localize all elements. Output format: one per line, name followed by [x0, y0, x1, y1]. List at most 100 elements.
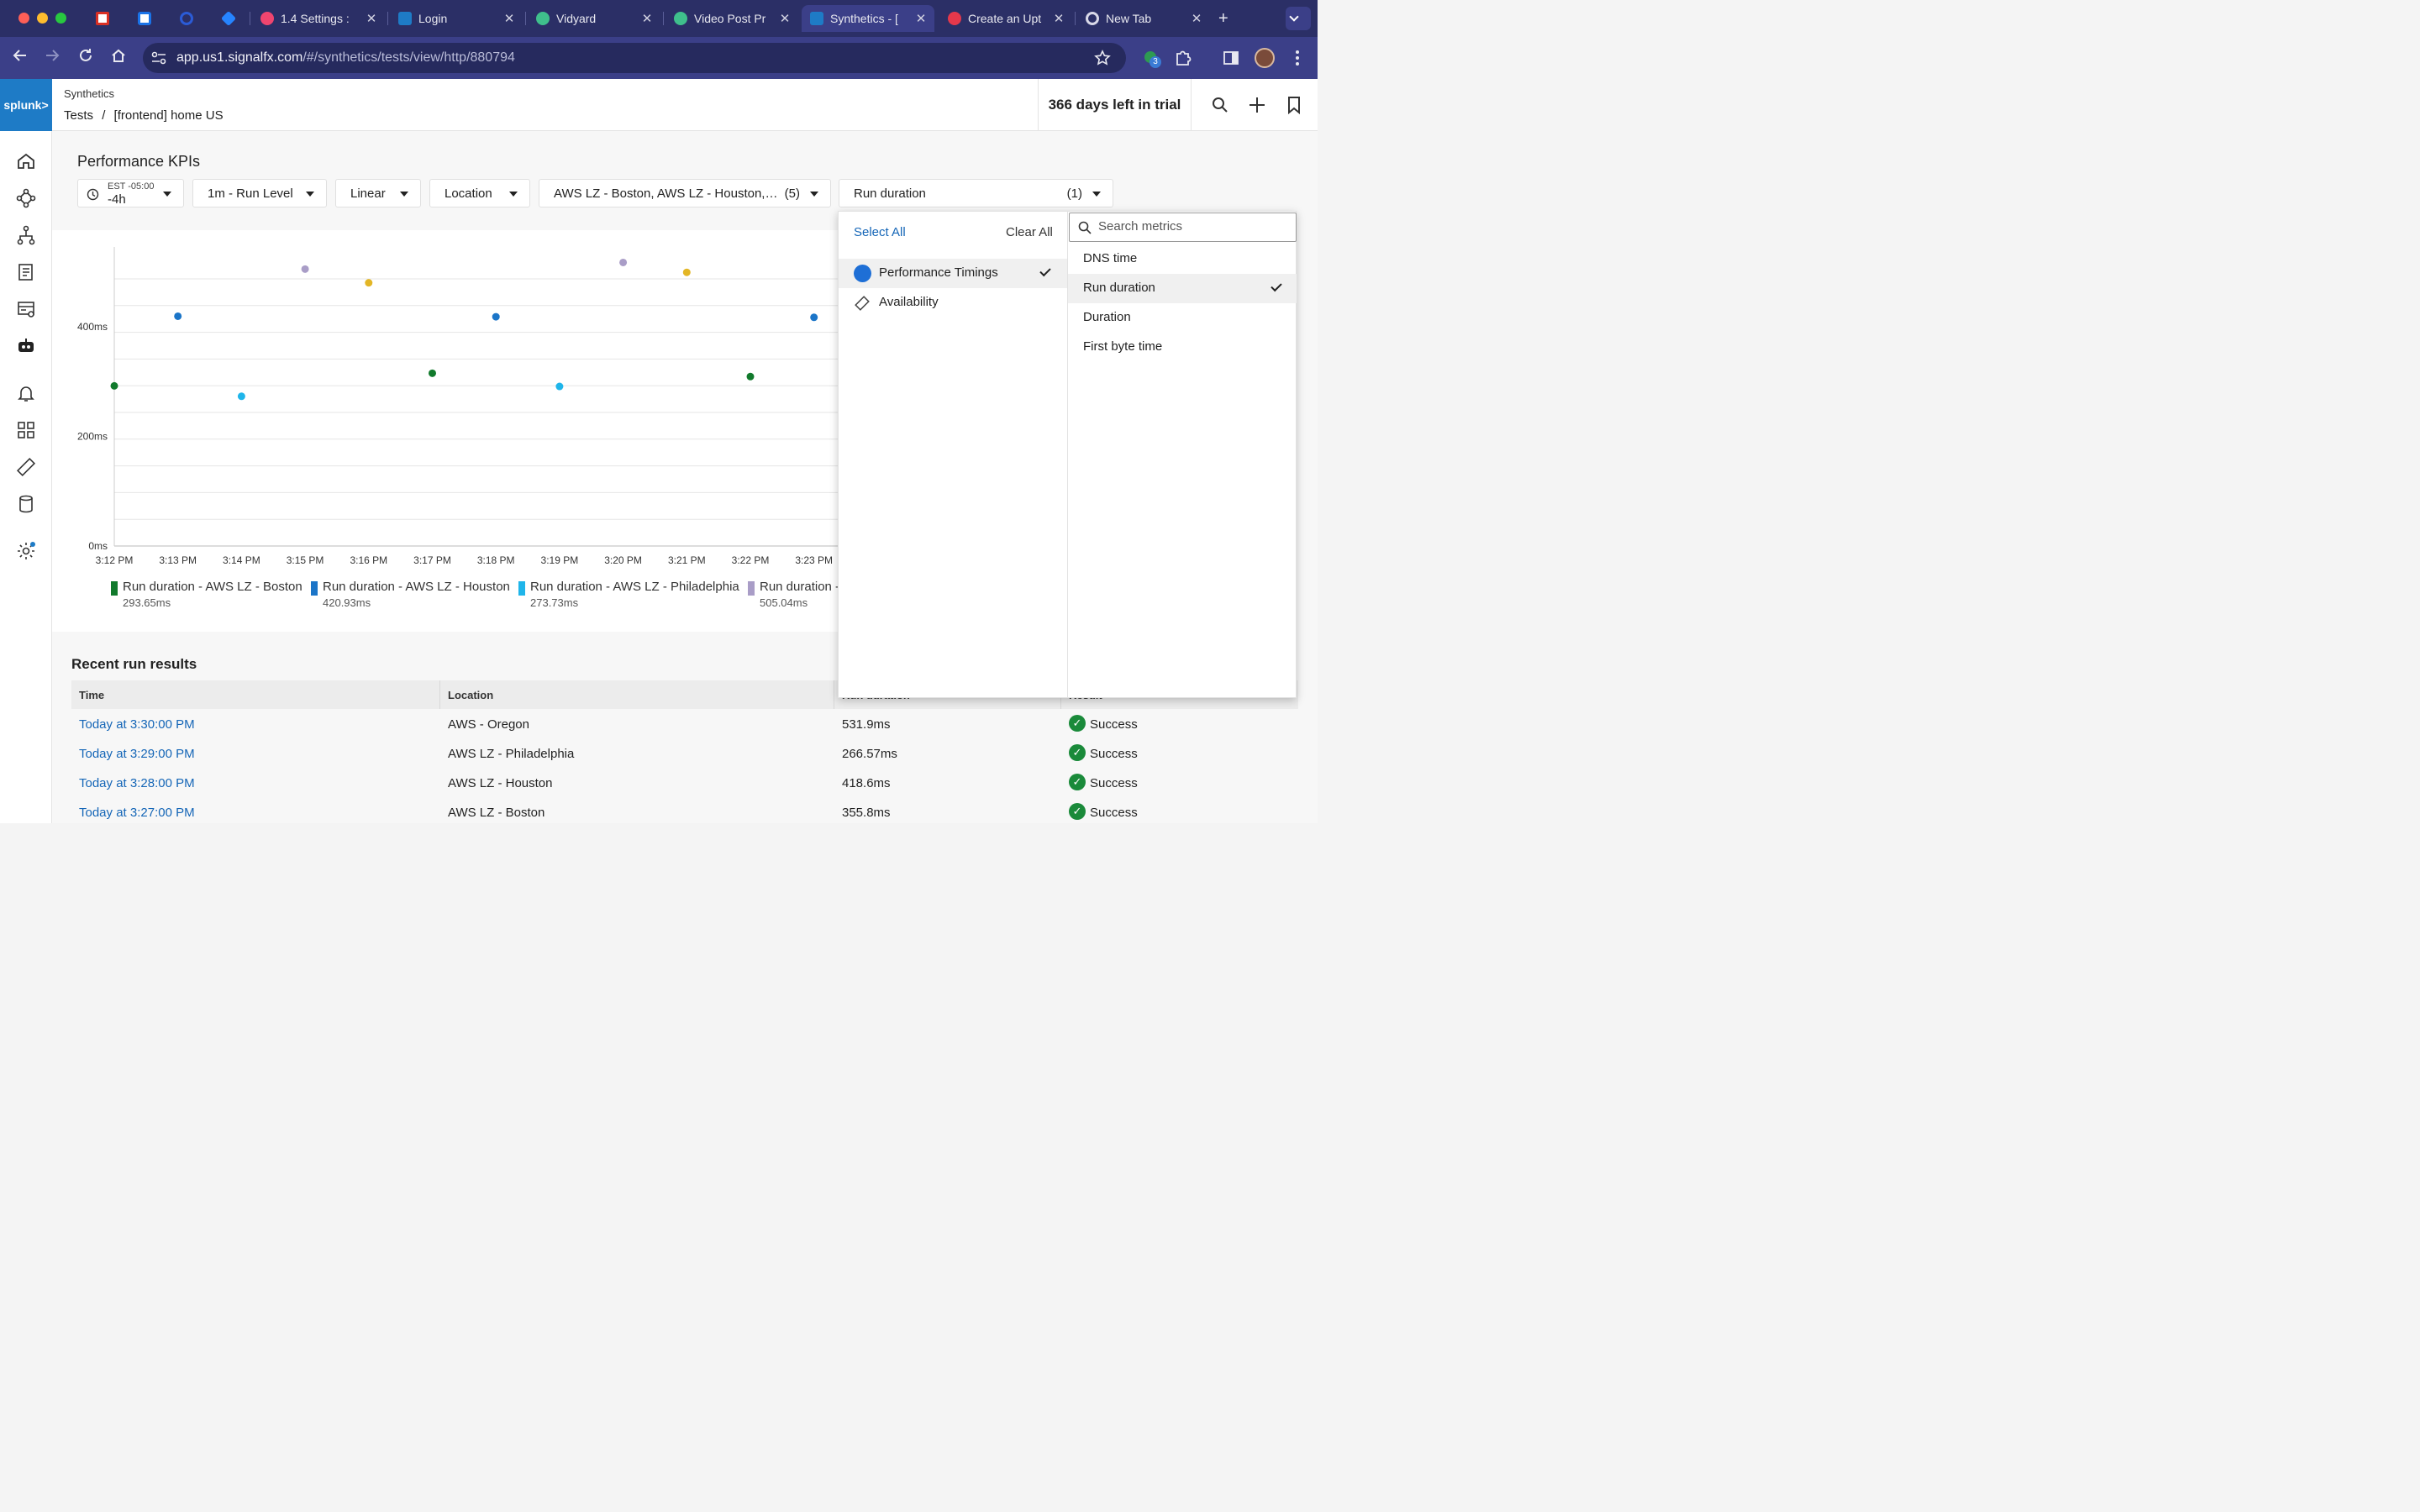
metric-option-dns-time[interactable]: DNS time — [1068, 244, 1297, 274]
tab-gmail[interactable] — [87, 5, 119, 32]
home-icon[interactable] — [14, 150, 38, 173]
checkmark-icon — [1270, 280, 1282, 292]
scale-dropdown[interactable]: Linear — [335, 179, 421, 207]
time-range-picker[interactable]: EST -05:00 -4h — [77, 179, 184, 207]
tab-calendar[interactable] — [129, 5, 161, 32]
tab-close-icon[interactable]: ✕ — [363, 11, 380, 26]
extensions-puzzle-icon[interactable] — [1174, 49, 1192, 67]
log-icon[interactable] — [14, 260, 38, 284]
table-row: Today at 3:30:00 PM AWS - Oregon 531.9ms… — [71, 710, 1298, 739]
data-point[interactable] — [429, 369, 436, 377]
data-point[interactable] — [746, 372, 755, 381]
select-all-button[interactable]: Select All — [854, 225, 906, 239]
run-time-link[interactable]: Today at 3:27:00 PM — [79, 806, 195, 820]
data-point[interactable] — [682, 268, 691, 276]
metric-option-duration[interactable]: Duration — [1068, 303, 1297, 333]
tab-video-post[interactable]: Video Post Pr ✕ — [666, 5, 798, 32]
topology-icon[interactable] — [14, 186, 38, 210]
search-metrics-input[interactable] — [1098, 219, 1283, 234]
tab-new-tab[interactable]: New Tab ✕ — [1077, 5, 1210, 32]
menu-kebab-icon[interactable] — [1291, 49, 1304, 67]
dashboard-grid-icon[interactable] — [14, 418, 38, 442]
column-header-time[interactable]: Time — [79, 689, 104, 701]
data-point[interactable] — [237, 392, 245, 401]
tab-synthetics[interactable]: Synthetics - [✕ — [802, 5, 934, 32]
tab-circle-app[interactable] — [171, 5, 203, 32]
metrics-dropdown[interactable]: Run duration (1) — [839, 179, 1113, 207]
side-panel-icon[interactable] — [1223, 50, 1239, 66]
metric-label: DNS time — [1083, 251, 1138, 265]
address-bar[interactable]: app.us1.signalfx.com/#/synthetics/tests/… — [143, 43, 1126, 73]
search-metrics-field[interactable] — [1069, 213, 1297, 242]
data-point[interactable] — [810, 313, 818, 322]
tab-close-icon[interactable]: ✕ — [639, 11, 655, 26]
site-settings-icon[interactable] — [151, 51, 166, 65]
table-row: Today at 3:27:00 PM AWS LZ - Boston 355.… — [71, 798, 1298, 823]
data-point[interactable] — [110, 381, 118, 390]
profile-avatar[interactable] — [1255, 48, 1275, 68]
group-by-dropdown[interactable]: Location — [429, 179, 530, 207]
data-point[interactable] — [365, 279, 373, 287]
window-maximize-button[interactable] — [55, 13, 66, 24]
data-point[interactable] — [492, 312, 500, 321]
synthetics-robot-icon[interactable] — [14, 334, 38, 358]
splunk-logo[interactable]: splunk> — [0, 79, 52, 131]
resolution-dropdown[interactable]: 1m - Run Level — [192, 179, 327, 207]
category-performance-timings[interactable]: Performance Timings — [839, 259, 1067, 288]
new-tab-button[interactable]: + — [1213, 5, 1239, 32]
run-time-link[interactable]: Today at 3:28:00 PM — [79, 776, 195, 790]
column-header-location[interactable]: Location — [448, 689, 493, 701]
reload-button[interactable] — [74, 46, 97, 70]
ruler-icon[interactable] — [14, 455, 38, 479]
data-point[interactable] — [555, 382, 564, 391]
data-point[interactable] — [174, 312, 182, 320]
breadcrumb-tests-link[interactable]: Tests — [64, 108, 93, 123]
legend-swatch — [111, 581, 118, 596]
locations-dropdown[interactable]: AWS LZ - Boston, AWS LZ - Houston,… (5) — [539, 179, 831, 207]
run-time-link[interactable]: Today at 3:30:00 PM — [79, 717, 195, 732]
infrastructure-icon[interactable] — [14, 297, 38, 321]
plus-icon[interactable] — [1246, 94, 1268, 116]
window-close-button[interactable] — [18, 13, 29, 24]
tab-close-icon[interactable]: ✕ — [1050, 11, 1067, 26]
tab-close-icon[interactable]: ✕ — [913, 11, 929, 26]
performance-chart: 0ms 200ms 400ms 3:12 PM 3:13 PM 3:14 PM 3:15 P… — [77, 247, 842, 566]
locations-count: (5) — [784, 186, 800, 201]
forward-button[interactable] — [40, 46, 64, 70]
metric-option-run-duration[interactable]: Run duration — [1068, 274, 1297, 303]
clear-all-button[interactable]: Clear All — [1006, 225, 1053, 239]
tab-jira[interactable] — [213, 5, 245, 32]
app-name: Synthetics — [64, 87, 114, 100]
tab-login[interactable]: Login ✕ — [390, 5, 523, 32]
window-minimize-button[interactable] — [37, 13, 48, 24]
run-time-link[interactable]: Today at 3:29:00 PM — [79, 747, 195, 761]
tab-settings-page[interactable]: 1.4 Settings : ✕ — [252, 5, 385, 32]
tab-close-icon[interactable]: ✕ — [776, 11, 793, 26]
tab-separator — [387, 12, 388, 25]
metric-option-first-byte-time[interactable]: First byte time — [1068, 333, 1297, 362]
home-button[interactable] — [107, 46, 130, 70]
search-icon[interactable] — [1209, 94, 1231, 116]
tab-close-icon[interactable]: ✕ — [1188, 11, 1205, 26]
tab-label: New Tab — [1106, 12, 1152, 25]
data-point[interactable] — [619, 258, 628, 266]
bookmark-star-icon[interactable] — [1094, 50, 1111, 66]
alert-bell-icon[interactable] — [14, 381, 38, 405]
x-tick-label: 3:18 PM — [477, 554, 515, 566]
extension-button[interactable]: 3 — [1143, 50, 1161, 68]
bookmark-icon[interactable] — [1283, 94, 1305, 116]
trial-banner[interactable]: 366 days left in trial — [1038, 79, 1192, 131]
data-point[interactable] — [301, 265, 309, 273]
database-icon[interactable] — [14, 492, 38, 516]
success-check-icon: ✓ — [1069, 744, 1086, 761]
y-tick-label: 400ms — [77, 321, 108, 333]
tab-close-icon[interactable]: ✕ — [501, 11, 518, 26]
tab-search-button[interactable] — [1286, 7, 1311, 30]
hierarchy-icon[interactable] — [14, 223, 38, 247]
tab-vidyard[interactable]: Vidyard ✕ — [528, 5, 660, 32]
circle-icon — [854, 265, 871, 282]
tab-create-uptime[interactable]: Create an Upt ✕ — [939, 5, 1072, 32]
category-availability[interactable]: Availability — [839, 288, 1067, 318]
settings-gear-icon[interactable] — [14, 539, 38, 563]
back-button[interactable] — [8, 46, 32, 70]
